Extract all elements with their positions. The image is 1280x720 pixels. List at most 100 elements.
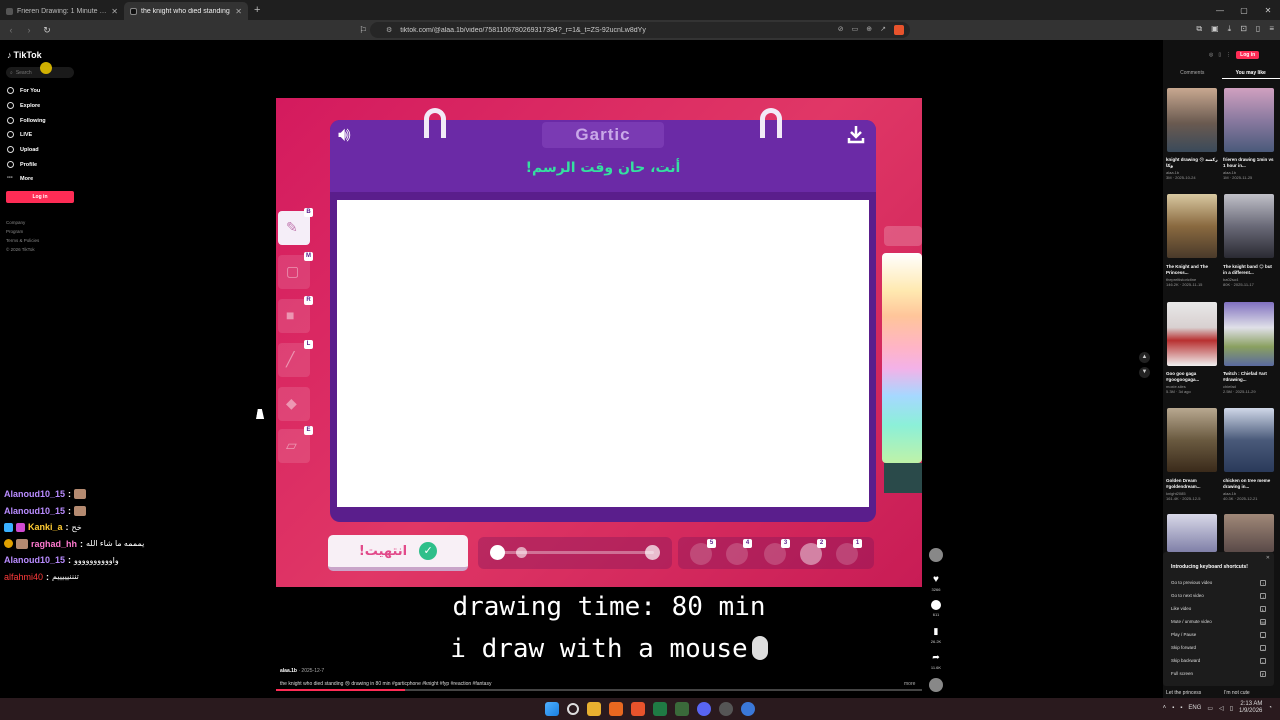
- footer-program[interactable]: Program: [6, 227, 39, 236]
- minimize-icon[interactable]: —: [1208, 6, 1232, 15]
- download-icon[interactable]: ⤓: [1228, 24, 1232, 34]
- tray-app-icon[interactable]: ▪: [1172, 705, 1174, 711]
- bookmark-icon[interactable]: ⚐: [356, 25, 370, 36]
- share-button[interactable]: ➦ 11.6K: [929, 652, 943, 670]
- fill-tool[interactable]: ▱ E: [278, 426, 313, 463]
- recommended-caption[interactable]: The Knight and The Princess...: [1166, 264, 1218, 276]
- forward-icon[interactable]: ›: [22, 25, 36, 35]
- recommended-thumbnail[interactable]: [1167, 88, 1217, 152]
- tray-chevron-icon[interactable]: ˄: [1163, 705, 1167, 711]
- app-icon[interactable]: [741, 702, 755, 716]
- wallet-icon[interactable]: ▣: [1211, 24, 1219, 34]
- file-explorer-icon[interactable]: [587, 702, 601, 716]
- recommended-thumbnail[interactable]: [1224, 302, 1274, 366]
- recommended-caption[interactable]: chicken on tree meme drawing in...: [1223, 478, 1275, 490]
- recommended-caption[interactable]: Let the princess: [1166, 690, 1201, 696]
- rect-outline-tool[interactable]: ▢ M: [278, 252, 313, 289]
- language-indicator[interactable]: ENG: [1188, 705, 1201, 711]
- recommended-thumbnail[interactable]: [1167, 408, 1217, 472]
- clock[interactable]: 2:13 AM 1/9/2026: [1239, 701, 1262, 715]
- app-icon[interactable]: [675, 702, 689, 716]
- search-icon[interactable]: [567, 703, 579, 715]
- mute-site-icon[interactable]: ⊘: [838, 25, 844, 35]
- recommended-thumbnail[interactable]: [1224, 194, 1274, 258]
- description-more-link[interactable]: more: [904, 681, 915, 687]
- brush-size-option-selected[interactable]: 2: [800, 539, 826, 565]
- recommended-thumbnail[interactable]: [1224, 88, 1274, 152]
- notification-bell-icon[interactable]: ◔: [1268, 705, 1272, 711]
- tiktok-logo[interactable]: ♪ TikTok: [7, 50, 42, 60]
- pencil-tool[interactable]: ✎ B: [278, 208, 313, 245]
- login-button[interactable]: Log in: [6, 191, 74, 203]
- recommended-thumbnail[interactable]: [1224, 514, 1274, 552]
- nav-following[interactable]: Following: [7, 117, 46, 124]
- recommended-caption[interactable]: Goo goo gaga #googoogaga...: [1166, 371, 1218, 383]
- rect-fill-tool[interactable]: ■ R: [278, 296, 313, 333]
- back-icon[interactable]: ‹: [4, 25, 18, 35]
- recommended-caption[interactable]: frieren drawing 1min vs 1 hour in...: [1223, 157, 1275, 169]
- reload-icon[interactable]: ↻: [40, 25, 54, 36]
- screenshot-icon[interactable]: ⊡: [1240, 24, 1247, 34]
- zoom-icon[interactable]: ⊕: [866, 25, 872, 35]
- browser-tab-active[interactable]: the knight who died standing ✕: [124, 2, 248, 20]
- color-palette[interactable]: [882, 253, 922, 463]
- extensions-icon[interactable]: ⧉: [1196, 24, 1202, 34]
- new-tab-icon[interactable]: +: [254, 4, 260, 16]
- close-icon[interactable]: ✕: [1266, 555, 1270, 561]
- palette-dark-swatch[interactable]: [884, 463, 922, 493]
- browser-tab[interactable]: Frieren Drawing: 1 Minute vs 1 Hour ✕: [0, 2, 124, 20]
- recommended-caption[interactable]: The knight band 😉 but in a different...: [1223, 264, 1275, 276]
- cast-icon[interactable]: ▭: [852, 25, 859, 35]
- excel-icon[interactable]: [653, 702, 667, 716]
- battery-icon[interactable]: ▯: [1230, 705, 1233, 712]
- nav-live[interactable]: LIVE: [7, 131, 32, 138]
- download-icon[interactable]: [846, 124, 866, 144]
- speaker-icon[interactable]: 🔊︎: [338, 124, 351, 147]
- settings-icon[interactable]: [719, 702, 733, 716]
- more-icon[interactable]: ⋮: [1226, 52, 1231, 58]
- coin-icon[interactable]: ◎: [1209, 52, 1213, 58]
- close-tab-icon[interactable]: ✕: [111, 7, 118, 16]
- drawing-canvas[interactable]: [334, 197, 872, 510]
- recommended-caption[interactable]: knight drawing 😢 ركشه وكا: [1166, 157, 1218, 169]
- tab-comments[interactable]: Comments: [1163, 68, 1222, 79]
- share-icon[interactable]: ↗: [880, 25, 886, 35]
- site-info-icon[interactable]: ⚙: [386, 26, 392, 34]
- recommended-thumbnail[interactable]: [1167, 514, 1217, 552]
- recommended-caption[interactable]: Twitch : Chiefad #art #drawing...: [1223, 371, 1275, 383]
- slider-knob[interactable]: [490, 545, 505, 560]
- opacity-slider[interactable]: [478, 537, 672, 569]
- video-progress-bar[interactable]: [276, 689, 922, 691]
- volume-icon[interactable]: ◁: [1219, 705, 1224, 712]
- brush-size-option[interactable]: 4: [726, 539, 752, 565]
- inbox-icon[interactable]: ▯: [1218, 52, 1221, 58]
- recommended-caption[interactable]: I'm not cute: [1224, 690, 1250, 696]
- nav-profile[interactable]: Profile: [7, 161, 37, 168]
- nav-upload[interactable]: Upload: [7, 146, 39, 153]
- prev-video-icon[interactable]: ▲: [1139, 352, 1150, 363]
- menu-icon[interactable]: ≡: [1269, 24, 1274, 34]
- close-tab-icon[interactable]: ✕: [235, 7, 242, 16]
- app-icon[interactable]: [609, 702, 623, 716]
- recommended-caption[interactable]: Golden Dream #goldendream...: [1166, 478, 1218, 490]
- recommended-thumbnail[interactable]: [1224, 408, 1274, 472]
- discord-icon[interactable]: [697, 702, 711, 716]
- brush-size-option[interactable]: 1: [836, 539, 862, 565]
- maximize-icon[interactable]: ▢: [1232, 6, 1256, 15]
- recommended-thumbnail[interactable]: [1167, 194, 1217, 258]
- address-bar[interactable]: ⚙ tiktok.com/@alaa.1b/video/758110678026…: [370, 22, 910, 38]
- brave-shields-icon[interactable]: [894, 25, 904, 35]
- comment-button[interactable]: 611: [929, 600, 943, 617]
- eraser-tool[interactable]: ◆: [278, 387, 310, 421]
- footer-company[interactable]: Company: [6, 218, 39, 227]
- palette-button[interactable]: [884, 226, 922, 246]
- brave-browser-icon[interactable]: [631, 702, 645, 716]
- close-window-icon[interactable]: ✕: [1256, 6, 1280, 15]
- next-video-icon[interactable]: ▼: [1139, 367, 1150, 378]
- like-button[interactable]: ♥ 3266: [929, 574, 943, 592]
- top-login-button[interactable]: Log in: [1236, 51, 1260, 59]
- video-author[interactable]: alaa.1b: [280, 668, 297, 674]
- done-button[interactable]: انتهيت! ✓: [328, 535, 468, 571]
- nav-explore[interactable]: Explore: [7, 102, 40, 109]
- nav-more[interactable]: ⋯ More: [7, 175, 33, 182]
